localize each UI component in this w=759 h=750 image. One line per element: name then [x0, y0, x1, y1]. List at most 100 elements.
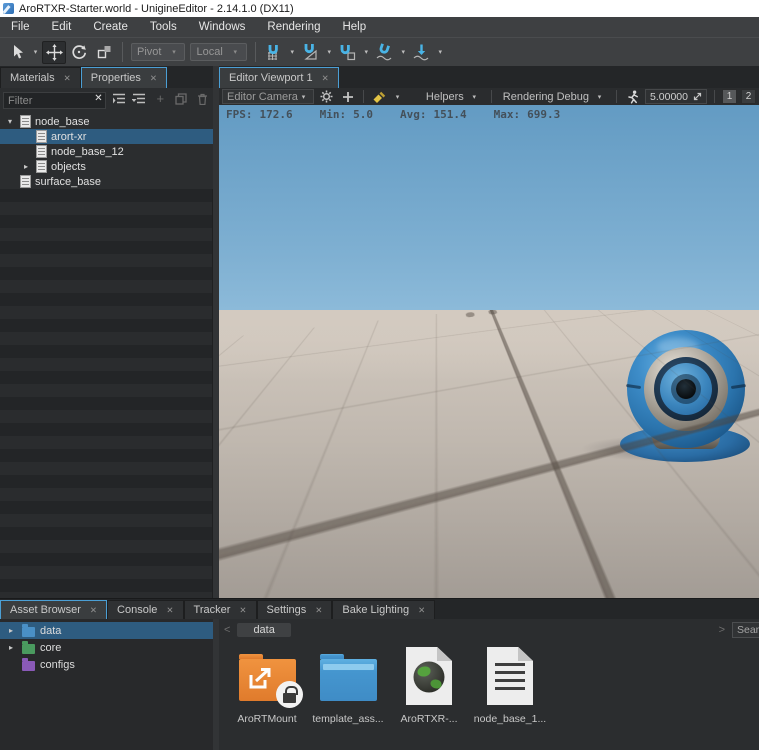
expand-hierarchy-icon [112, 93, 125, 104]
cursor-arrow-icon [13, 45, 23, 59]
menu-create[interactable]: Create [82, 17, 139, 37]
magnet-grid-icon [268, 45, 279, 60]
breadcrumb-forward-icon[interactable]: > [719, 624, 725, 636]
tab-bake-lighting-close-icon[interactable]: ✕ [418, 605, 425, 616]
tab-properties[interactable]: Properties ✕ [80, 67, 168, 88]
tab-tracker-close-icon[interactable]: ✕ [239, 605, 246, 616]
camera-select[interactable]: Editor Camera ▾ [222, 89, 314, 104]
fps-stats: FPS: 172.6 Min: 5.0 Avg: 151.4 Max: 699.… [226, 108, 560, 121]
snap-grid-caret[interactable]: ▾ [287, 48, 298, 56]
snap-object-button[interactable] [336, 41, 360, 64]
select-tool-caret[interactable]: ▾ [30, 48, 41, 56]
menu-rendering[interactable]: Rendering [256, 17, 331, 37]
tab-console[interactable]: Console ✕ [107, 600, 184, 619]
viewport-toolbar-separator [714, 90, 715, 103]
collapse-hierarchy-button[interactable] [132, 91, 148, 107]
tab-properties-close-icon[interactable]: ✕ [150, 73, 157, 84]
add-property-button[interactable]: + [152, 91, 168, 107]
move-tool-button[interactable] [42, 40, 66, 64]
pivot-mode-select[interactable]: Pivot ▾ [131, 43, 186, 61]
asset-arortmount[interactable]: AroRTMount [231, 646, 303, 725]
tree-row-node-base[interactable]: ▾ node_base [0, 114, 213, 129]
viewport-light-caret[interactable]: ▾ [392, 93, 403, 101]
asset-template[interactable]: template_ass... [312, 646, 384, 725]
menu-file[interactable]: File [0, 17, 41, 37]
folder-row-core[interactable]: ▸ core [0, 639, 213, 656]
expander-down-icon[interactable]: ▾ [4, 117, 16, 126]
tab-console-close-icon[interactable]: ✕ [166, 605, 173, 616]
tab-asset-browser-close-icon[interactable]: ✕ [90, 605, 97, 616]
add-viewport-button[interactable] [339, 89, 356, 105]
breadcrumb-current-folder[interactable]: data [237, 623, 291, 637]
collapse-hierarchy-icon [132, 93, 146, 104]
tree-row-node-base-12[interactable]: node_base_12 [0, 144, 213, 159]
helpers-caret-icon: ▾ [472, 93, 477, 101]
viewport-1-button[interactable]: 1 [722, 89, 737, 104]
viewport-toolbar-separator [490, 90, 492, 103]
delete-property-button[interactable] [194, 91, 210, 107]
filter-clear-icon[interactable]: ✕ [94, 93, 102, 104]
select-tool-button[interactable] [5, 41, 29, 64]
title-bar: AroRTXR-Starter.world - UnigineEditor - … [0, 0, 759, 17]
viewport-scene[interactable]: FPS: 172.6 Min: 5.0 Avg: 151.4 Max: 699.… [219, 105, 759, 598]
asset-node-file[interactable]: node_base_1... [474, 646, 546, 725]
expand-hierarchy-button[interactable] [111, 91, 127, 107]
bottom-panel: Asset Browser ✕ Console ✕ Tracker ✕ Sett… [0, 598, 759, 750]
space-mode-select[interactable]: Local ▾ [190, 43, 247, 61]
asset-label: template_ass... [312, 713, 384, 725]
viewport-1-label: 1 [726, 91, 733, 102]
viewport-light-button[interactable] [371, 89, 388, 105]
tab-settings[interactable]: Settings ✕ [256, 600, 333, 619]
tab-bake-lighting[interactable]: Bake Lighting ✕ [332, 600, 436, 619]
avg-stat: Avg: 151.4 [400, 108, 467, 121]
tab-materials-close-icon[interactable]: ✕ [64, 73, 71, 84]
asset-world-file[interactable]: AroRTXR-... [393, 646, 465, 725]
breadcrumb-back-icon[interactable]: < [224, 624, 230, 636]
expander-right-icon[interactable]: ▸ [5, 626, 17, 635]
tab-materials[interactable]: Materials ✕ [0, 67, 81, 88]
snap-angle-caret[interactable]: ▾ [324, 48, 335, 56]
rotate-tool-button[interactable] [67, 41, 91, 64]
menu-edit[interactable]: Edit [41, 17, 83, 37]
menu-help[interactable]: Help [331, 17, 377, 37]
menu-tools[interactable]: Tools [139, 17, 188, 37]
asset-search-input[interactable] [732, 622, 759, 638]
min-stat: Min: 5.0 [320, 108, 373, 121]
viewport-2-button[interactable]: 2 [741, 89, 756, 104]
tree-row-arort-xr[interactable]: arort-xr [0, 129, 213, 144]
viewport-toolbar-separator [616, 90, 618, 103]
tab-viewport-close-icon[interactable]: ✕ [322, 73, 329, 84]
folder-row-configs[interactable]: configs [0, 656, 213, 673]
tab-asset-browser[interactable]: Asset Browser ✕ [0, 600, 108, 619]
rendering-debug-label: Rendering Debug [502, 90, 590, 103]
clone-property-button[interactable] [173, 91, 189, 107]
rendering-debug-dropdown[interactable]: Rendering Debug ▾ [499, 91, 609, 103]
tree-row-objects[interactable]: ▸ objects [0, 159, 213, 174]
filter-input[interactable] [3, 92, 106, 109]
material-ball-object[interactable] [627, 330, 745, 448]
expander-right-icon[interactable]: ▸ [5, 643, 17, 652]
tree-row-surface-base[interactable]: surface_base [0, 174, 213, 189]
tab-settings-close-icon[interactable]: ✕ [315, 605, 322, 616]
asset-icon-slot [319, 646, 377, 706]
helpers-dropdown[interactable]: Helpers ▾ [422, 91, 484, 103]
text-lines-icon [495, 663, 525, 691]
trash-icon [197, 93, 207, 105]
camera-speed-button[interactable] [624, 89, 641, 105]
magnet-angle-icon [304, 44, 317, 60]
tab-tracker[interactable]: Tracker ✕ [183, 600, 257, 619]
drop-to-ground-button[interactable] [410, 41, 434, 64]
snap-surface-caret[interactable]: ▾ [398, 48, 409, 56]
snap-surface-button[interactable] [373, 41, 397, 64]
snap-grid-button[interactable] [262, 41, 286, 64]
tab-editor-viewport-1[interactable]: Editor Viewport 1 ✕ [219, 67, 339, 88]
menu-windows[interactable]: Windows [188, 17, 257, 37]
camera-speed-field[interactable]: 5.00000 [645, 89, 707, 104]
expander-right-icon[interactable]: ▸ [20, 162, 32, 171]
camera-settings-button[interactable] [318, 89, 335, 105]
folder-row-data[interactable]: ▸ data [0, 622, 213, 639]
drop-to-ground-caret[interactable]: ▾ [435, 48, 446, 56]
snap-angle-button[interactable] [299, 41, 323, 64]
scale-tool-button[interactable] [92, 41, 116, 64]
snap-object-caret[interactable]: ▾ [361, 48, 372, 56]
